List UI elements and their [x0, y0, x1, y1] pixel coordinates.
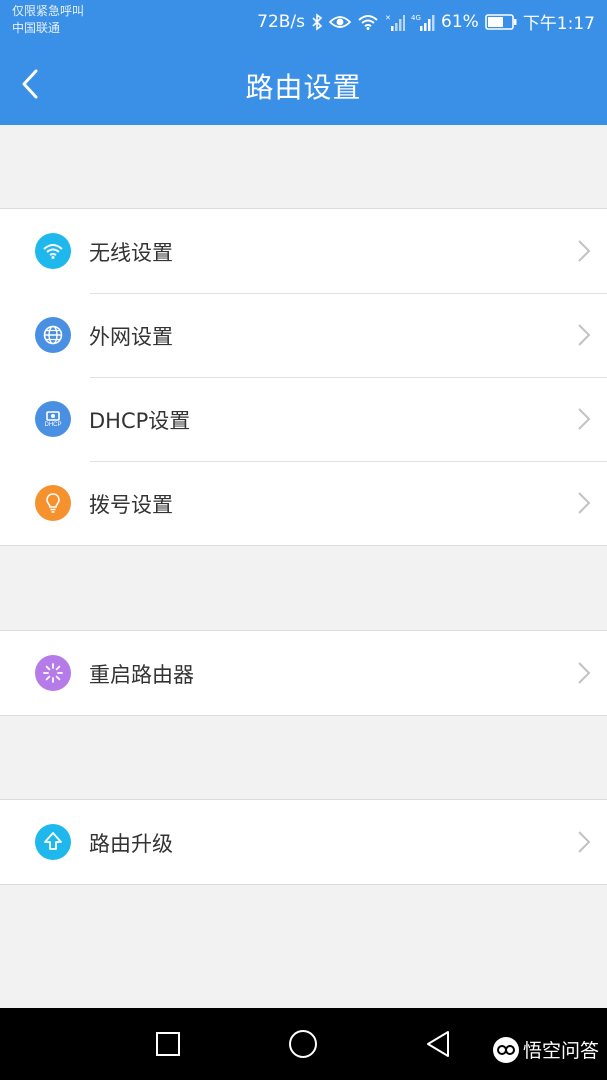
- globe-icon: [35, 317, 71, 353]
- app-header: 路由设置: [0, 42, 607, 125]
- chevron-right-icon: [578, 492, 591, 514]
- menu-item-label: 无线设置: [89, 241, 173, 265]
- carrier-line-1: 仅限紧急呼叫: [12, 4, 85, 18]
- network-speed: 72B/s: [257, 11, 306, 32]
- menu-item-label: 外网设置: [89, 325, 173, 349]
- home-button[interactable]: [283, 1024, 323, 1064]
- eye-icon: [329, 14, 352, 30]
- signal-4g-icon: 4G: [411, 13, 435, 31]
- dhcp-icon-text: DHCP: [44, 421, 62, 428]
- watermark: 悟空问答: [492, 1036, 599, 1063]
- square-icon: [156, 1032, 180, 1056]
- clock: 下午1:17: [522, 14, 595, 34]
- wukong-logo-icon: [492, 1036, 519, 1063]
- battery-icon: [485, 13, 517, 30]
- back-nav-button[interactable]: [418, 1024, 458, 1064]
- chevron-right-icon: [578, 240, 591, 262]
- menu-item-label: 拨号设置: [89, 493, 173, 517]
- recent-apps-button[interactable]: [148, 1024, 188, 1064]
- carrier-line-2: 中国联通: [12, 21, 61, 35]
- menu-item-label: 路由升级: [89, 832, 173, 856]
- wifi-signal-icon: [357, 14, 379, 30]
- page-title: 路由设置: [245, 71, 362, 104]
- chevron-right-icon: [578, 831, 591, 853]
- battery-percent: 61%: [441, 11, 479, 32]
- dhcp-icon: DHCP: [35, 401, 71, 437]
- watermark-text: 悟空问答: [522, 1040, 599, 1062]
- status-bar: 仅限紧急呼叫 中国联通 72B/s ✕ 4G 61% 下午1:17: [0, 0, 607, 42]
- restart-icon: [35, 655, 71, 691]
- triangle-back-icon: [427, 1031, 449, 1057]
- system-navigation-bar: 悟空问答: [0, 1008, 607, 1080]
- circle-icon: [289, 1030, 317, 1058]
- menu-item-dhcp-settings[interactable]: DHCP DHCP设置: [0, 377, 607, 461]
- settings-group-restart: 重启路由器: [0, 630, 607, 716]
- menu-item-label: DHCP设置: [89, 409, 191, 433]
- settings-group-upgrade: 路由升级: [0, 799, 607, 885]
- menu-item-wireless-settings[interactable]: 无线设置: [0, 209, 607, 293]
- menu-item-dialup-settings[interactable]: 拨号设置: [0, 461, 607, 545]
- status-indicators: 72B/s ✕ 4G 61% 下午1:17: [257, 9, 595, 35]
- menu-item-router-upgrade[interactable]: 路由升级: [0, 800, 607, 884]
- menu-item-label: 重启路由器: [89, 663, 194, 687]
- settings-group-network: 无线设置 外网设置 DHCP DHCP设置 拨号设置: [0, 208, 607, 546]
- upgrade-icon: [35, 824, 71, 860]
- chevron-right-icon: [578, 408, 591, 430]
- bluetooth-icon: [311, 12, 323, 31]
- chevron-right-icon: [578, 324, 591, 346]
- signal-1-icon: ✕: [385, 13, 406, 31]
- svg-text:✕: ✕: [385, 14, 391, 22]
- chevron-right-icon: [578, 662, 591, 684]
- carrier-info: 仅限紧急呼叫 中国联通: [12, 3, 84, 37]
- menu-item-restart-router[interactable]: 重启路由器: [0, 631, 607, 715]
- menu-item-wan-settings[interactable]: 外网设置: [0, 293, 607, 377]
- bulb-icon: [35, 485, 71, 521]
- svg-text:4G: 4G: [411, 14, 421, 22]
- wifi-icon: [35, 233, 71, 269]
